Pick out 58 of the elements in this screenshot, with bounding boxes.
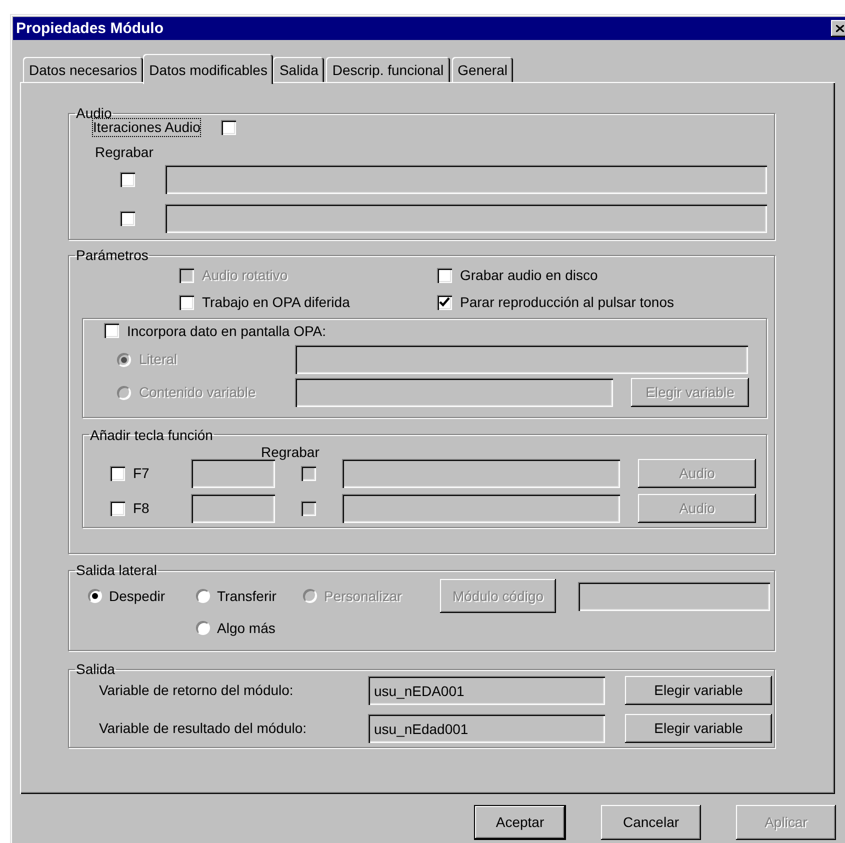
field-label: Regrabar (95, 144, 154, 161)
push-button[interactable]: Cancelar (601, 805, 701, 840)
window-title: Propiedades Módulo (16, 20, 165, 38)
checkbox[interactable] (437, 268, 452, 283)
text-field[interactable] (191, 494, 275, 524)
radio-label: Literal (139, 351, 178, 368)
text-field[interactable] (342, 459, 620, 488)
text-field[interactable]: usu_nEdad001 (368, 714, 605, 743)
radio-label: Personalizar (324, 588, 402, 604)
tab[interactable]: General (452, 57, 514, 82)
text-field[interactable] (578, 582, 770, 610)
field-label: Variable de retorno del módulo: (99, 682, 294, 699)
checkbox-label: Parar reproducción al pulsar tonos (460, 294, 674, 311)
checkbox[interactable] (120, 172, 135, 187)
close-button[interactable] (831, 20, 845, 37)
group-title: Salida (75, 662, 116, 676)
checkbox[interactable] (179, 294, 194, 310)
checkbox[interactable] (104, 323, 119, 338)
radio-button[interactable] (196, 588, 210, 603)
text-field[interactable] (191, 459, 275, 488)
radio-label: Algo más (217, 620, 276, 637)
field-label: Variable de resultado del módulo: (99, 720, 308, 737)
close-icon (836, 25, 844, 32)
radio-label: Despedir (109, 588, 166, 604)
checkbox-label: Audio rotativo (202, 267, 288, 284)
radio-button[interactable] (88, 588, 102, 603)
checkbox-label: Trabajo en OPA diferida (202, 294, 350, 311)
tab[interactable]: Salida (273, 57, 324, 82)
text-field[interactable] (165, 164, 767, 194)
checkbox-label: Iteraciones Audio (93, 119, 200, 136)
group-title: Añadir tecla función (89, 428, 214, 442)
checkbox-label: Grabar audio en disco (460, 267, 598, 284)
tab[interactable]: Descrip. funcional (326, 57, 450, 82)
radio-label: Contenido variable (139, 384, 256, 402)
text-field[interactable] (295, 345, 748, 374)
text-field[interactable]: usu_nEDA001 (368, 676, 605, 705)
column-header: Regrabar (261, 444, 320, 460)
push-button[interactable]: Elegir variable (625, 676, 772, 705)
group-title: Audio (75, 106, 113, 120)
radio-button[interactable] (196, 621, 210, 636)
checkbox[interactable] (437, 294, 452, 310)
push-button[interactable]: Aceptar (474, 805, 566, 840)
tab[interactable]: Datos modificables (143, 54, 274, 84)
radio-label: Transferir (217, 588, 276, 604)
group-title: Salida lateral (75, 563, 158, 577)
text-field[interactable] (165, 204, 767, 233)
key-label: F8 (133, 500, 150, 518)
text-field[interactable] (342, 494, 620, 524)
checkbox[interactable] (110, 466, 125, 482)
checkbox[interactable] (110, 501, 125, 516)
push-button[interactable]: Elegir variable (625, 714, 772, 743)
key-label: F7 (133, 465, 150, 482)
tab[interactable]: Datos necesarios (23, 57, 144, 82)
text-field[interactable] (295, 378, 613, 408)
checkbox-label: Incorpora dato en pantalla OPA: (127, 322, 326, 340)
checkbox[interactable] (221, 120, 236, 135)
group-title: Parámetros (75, 248, 150, 262)
checkbox[interactable] (120, 210, 135, 226)
